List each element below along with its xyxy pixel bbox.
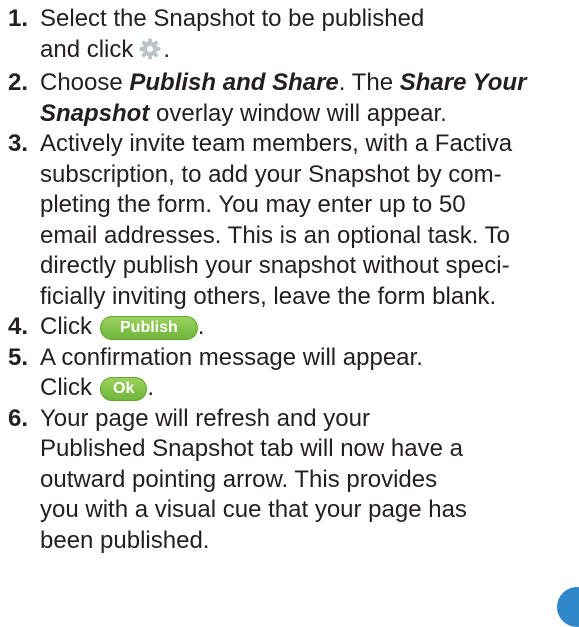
gear-icon [139, 37, 161, 69]
step-number: 3. [8, 130, 29, 157]
step-text: subscription, to add your Snapshot by co… [40, 160, 502, 188]
step-text: been published. [40, 526, 210, 554]
step-text: Click [40, 374, 92, 401]
corner-badge [557, 587, 579, 627]
step-6: 6. Your page will refresh and your Publi… [0, 404, 560, 557]
step-punctuation: . [147, 374, 155, 401]
step-text: Your page will refresh and your [40, 404, 370, 432]
step-number: 5. [8, 343, 29, 371]
step-text: overlay window will appear. [149, 99, 447, 127]
step-4: 4. Click Publish. [0, 312, 560, 343]
step-text: Actively invite team members, with a Fac… [40, 130, 513, 157]
step-text: email addresses. This is an optional tas… [40, 221, 511, 249]
step-text: Choose [40, 69, 130, 96]
step-text: you with a visual cue that your page has [40, 496, 467, 523]
step-text: outward pointing arrow. This provides [40, 465, 438, 493]
step-text: Published Snapshot tab will now have a [40, 435, 463, 462]
step-text: . The [338, 69, 400, 96]
step-text: ficially inviting others, leave the form… [40, 282, 497, 310]
step-2: 2. Choose Publish and Share. The Share Y… [0, 68, 560, 129]
step-punctuation: . [163, 35, 171, 63]
publish-button[interactable]: Publish [100, 316, 198, 340]
instruction-list: 1. Select the Snapshot to be published a… [0, 4, 560, 556]
step-5: 5. A confirmation message will appear. C… [0, 343, 560, 404]
step-text: directly publish your snapshot without s… [40, 252, 510, 279]
step-punctuation: . [197, 313, 205, 340]
step-text: and click [40, 35, 134, 63]
step-text: Click [40, 313, 92, 340]
step-text: pleting the form. You may enter up to 50 [40, 191, 466, 218]
step-text: Select the Snapshot to be published [40, 5, 425, 32]
step-number: 6. [8, 404, 29, 432]
ok-button[interactable]: Ok [100, 377, 148, 401]
step-3: 3. Actively invite team members, with a … [0, 129, 560, 312]
step-number: 4. [8, 313, 29, 340]
step-number: 2. [8, 69, 29, 96]
step-1: 1. Select the Snapshot to be published a… [0, 4, 560, 68]
step-text: A confirmation message will appear. [40, 343, 423, 371]
step-number: 1. [8, 5, 29, 32]
menu-option-name: Publish and Share [129, 69, 339, 96]
